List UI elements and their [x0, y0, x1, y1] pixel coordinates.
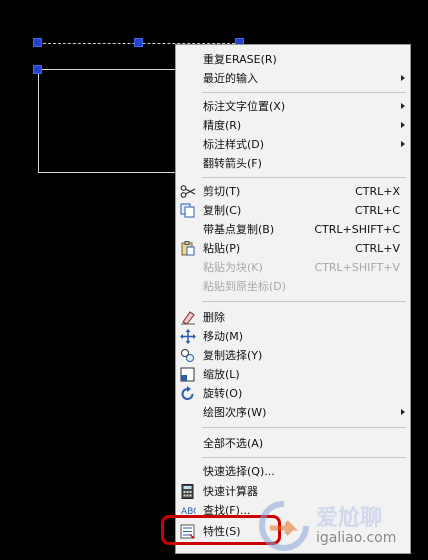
menu-item-copy[interactable]: 复制(C) CTRL+C [176, 201, 410, 220]
menu-item-label: 剪切(T) [203, 185, 241, 198]
menu-item-deselect-all[interactable]: 全部不选(A) [176, 434, 410, 453]
menu-separator [202, 427, 406, 428]
watermark: 爱尬聊 igaliao.com [254, 496, 424, 556]
menu-item-shortcut: CTRL+SHIFT+V [314, 261, 400, 274]
menu-item-label: 翻转箭头(F) [203, 157, 262, 170]
menu-item-label: 删除 [203, 311, 225, 324]
menu-item-shortcut: CTRL+C [354, 204, 400, 217]
grip-middle-top[interactable] [134, 38, 143, 47]
scale-icon [180, 367, 196, 382]
menu-separator [202, 177, 406, 178]
copy-icon [180, 203, 196, 218]
submenu-arrow-icon [401, 409, 405, 415]
menu-item-dim-style[interactable]: 标注样式(D) [176, 135, 410, 154]
grip-left-lower[interactable] [33, 65, 42, 74]
menu-item-quick-select[interactable]: 快速选择(Q)... [176, 462, 410, 481]
context-menu: 重复ERASE(R) 最近的输入 标注文字位置(X) 精度(R) 标注样式(D)… [175, 44, 411, 554]
menu-item-paste-original-coords: 粘贴到原坐标(D) [176, 277, 410, 296]
menu-separator [202, 92, 406, 93]
menu-item-label: 复制选择(Y) [203, 349, 263, 362]
scissors-icon [180, 184, 196, 199]
menu-item-rotate[interactable]: 旋转(O) [176, 384, 410, 403]
menu-item-label: 带基点复制(B) [203, 223, 275, 236]
menu-item-paste[interactable]: 粘贴(P) CTRL+V [176, 239, 410, 258]
submenu-arrow-icon [401, 122, 405, 128]
menu-item-label: 精度(R) [203, 119, 242, 132]
menu-item-label: 标注文字位置(X) [203, 100, 286, 113]
menu-item-label: 重复ERASE(R) [203, 53, 277, 66]
menu-item-move[interactable]: 移动(M) [176, 327, 410, 346]
menu-item-label: 粘贴为块(K) [203, 261, 263, 274]
menu-item-copy-with-basepoint[interactable]: 带基点复制(B) CTRL+SHIFT+C [176, 220, 410, 239]
rectangle-left-edge[interactable] [38, 69, 39, 173]
watermark-url: igaliao.com [316, 530, 397, 546]
eraser-icon [180, 310, 196, 325]
menu-item-repeat-erase[interactable]: 重复ERASE(R) [176, 50, 410, 69]
grip-left-top[interactable] [33, 38, 42, 47]
menu-item-label: 缩放(L) [203, 368, 240, 381]
menu-item-copy-selection[interactable]: 复制选择(Y) [176, 346, 410, 365]
menu-item-delete[interactable]: 删除 [176, 308, 410, 327]
menu-separator [202, 457, 406, 458]
menu-item-label: 绘图次序(W) [203, 406, 267, 419]
submenu-arrow-icon [401, 141, 405, 147]
menu-item-label: 粘贴到原坐标(D) [203, 280, 287, 293]
menu-item-label: 移动(M) [203, 330, 244, 343]
menu-item-shortcut: CTRL+V [355, 242, 400, 255]
menu-item-label: 复制(C) [203, 204, 242, 217]
menu-item-label: 旋转(O) [203, 387, 243, 400]
menu-item-paste-as-block: 粘贴为块(K) CTRL+SHIFT+V [176, 258, 410, 277]
menu-item-label: 最近的输入 [203, 72, 258, 85]
menu-separator [202, 301, 406, 302]
paste-icon [180, 241, 196, 256]
menu-item-shortcut: CTRL+SHIFT+C [314, 223, 400, 236]
watermark-logo-icon [258, 501, 309, 552]
submenu-arrow-icon [401, 103, 405, 109]
calculator-icon [180, 484, 196, 499]
menu-item-dim-text-position[interactable]: 标注文字位置(X) [176, 97, 410, 116]
menu-item-precision[interactable]: 精度(R) [176, 116, 410, 135]
rectangle-bottom-edge[interactable] [38, 172, 176, 173]
menu-item-flip-arrow[interactable]: 翻转箭头(F) [176, 154, 410, 173]
rotate-icon [180, 386, 196, 401]
menu-item-label: 快速选择(Q)... [203, 465, 275, 478]
move-icon [180, 329, 196, 344]
menu-item-cut[interactable]: 剪切(T) CTRL+X [176, 182, 410, 201]
menu-item-label: 全部不选(A) [203, 437, 264, 450]
menu-item-scale[interactable]: 缩放(L) [176, 365, 410, 384]
menu-item-label: 快速计算器 [203, 485, 258, 498]
menu-item-recent-input[interactable]: 最近的输入 [176, 69, 410, 88]
copy-selection-icon [180, 348, 196, 363]
watermark-brand: 爱尬聊 [316, 506, 383, 531]
menu-item-label: 标注样式(D) [203, 138, 265, 151]
rectangle-top-edge[interactable] [38, 69, 176, 70]
menu-item-label: 粘贴(P) [203, 242, 241, 255]
menu-item-draw-order[interactable]: 绘图次序(W) [176, 403, 410, 422]
submenu-arrow-icon [401, 75, 405, 81]
menu-item-shortcut: CTRL+X [355, 185, 400, 198]
